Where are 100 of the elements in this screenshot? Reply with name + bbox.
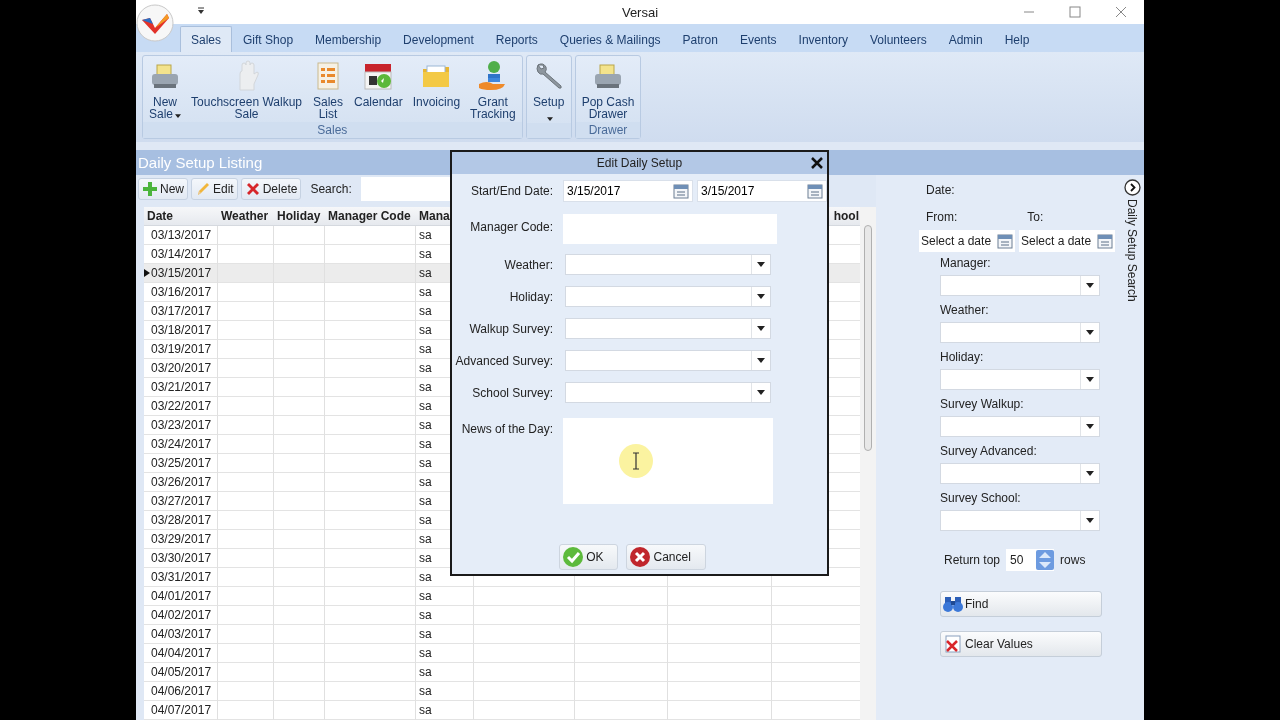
field-label: Manager:	[940, 256, 991, 270]
ribbon-button[interactable]: Invoicing	[409, 60, 464, 108]
dropdown[interactable]	[940, 369, 1100, 390]
table-cell-text: 04/04/2017	[151, 645, 212, 662]
calendar-icon[interactable]	[997, 233, 1013, 249]
ok-button[interactable]: OK	[559, 544, 619, 570]
table-cell	[274, 283, 325, 302]
table-cell	[274, 625, 325, 644]
table-cell	[274, 435, 325, 454]
ribbon-button[interactable]: New Sale	[146, 60, 185, 120]
dropdown[interactable]	[940, 416, 1100, 437]
table-cell	[274, 264, 325, 283]
spinner-icon[interactable]	[1036, 550, 1055, 570]
ribbon-tab[interactable]: Volunteers	[858, 26, 938, 52]
caret-icon	[757, 294, 765, 299]
dropdown[interactable]	[940, 322, 1100, 343]
table-cell-text: 03/15/2017	[151, 265, 212, 282]
dropdown[interactable]	[565, 382, 771, 403]
ribbon-tab[interactable]: Events	[728, 26, 788, 52]
table-cell: sa	[416, 587, 474, 606]
field-label: Survey Advanced:	[940, 444, 1037, 458]
quick-access-icon[interactable]	[196, 6, 206, 16]
clear-icon	[943, 634, 963, 654]
table-cell	[274, 226, 325, 245]
ribbon-tab[interactable]: Patron	[671, 26, 729, 52]
number-field[interactable]: 50	[1006, 549, 1055, 571]
column-header[interactable]: Holiday	[274, 207, 325, 226]
ribbon-tab[interactable]: Queries & Mailings	[548, 26, 672, 52]
table-cell	[274, 701, 325, 720]
scrollbar-thumb[interactable]	[864, 225, 873, 451]
table-cell-text: 03/31/2017	[151, 569, 212, 586]
date-field[interactable]: 3/15/2017	[697, 180, 827, 202]
ribbon-tab[interactable]: Admin	[937, 26, 994, 52]
ribbon-button[interactable]: Sales List	[309, 60, 347, 120]
field-label: Holiday:	[940, 350, 984, 364]
ribbon-tab[interactable]: Membership	[304, 26, 393, 52]
dropdown[interactable]	[940, 275, 1100, 296]
table-cell-text: 04/01/2017	[151, 588, 212, 605]
field-label: rows	[1060, 553, 1086, 567]
caret-icon	[757, 390, 765, 395]
field-label: To:	[1027, 210, 1044, 224]
input-field[interactable]	[563, 214, 777, 244]
ribbon-tab[interactable]: Inventory	[787, 26, 859, 52]
caret-icon	[757, 326, 765, 331]
group-footer	[526, 123, 571, 138]
table-cell-text: 03/18/2017	[151, 322, 212, 339]
delete-button[interactable]: Delete	[240, 178, 302, 200]
field-label: School Survey:	[471, 385, 554, 402]
ribbon-button[interactable]: Calendar	[351, 60, 406, 108]
calendar-icon[interactable]	[1097, 233, 1113, 249]
caret-icon	[1086, 330, 1094, 335]
column-header[interactable]: Weather	[218, 207, 274, 226]
field-label: Return top	[944, 553, 1001, 567]
chevron-icon[interactable]	[1123, 179, 1141, 196]
table-cell: sa	[416, 625, 474, 644]
table-cell	[274, 568, 325, 587]
plus-icon	[142, 181, 158, 197]
table-cell-text: 03/22/2017	[151, 398, 212, 415]
table-cell	[274, 682, 325, 701]
ribbon-button[interactable]: Setup	[529, 60, 568, 123]
caret-icon	[1086, 424, 1094, 429]
table-cell-text: 03/29/2017	[151, 531, 212, 548]
add-button[interactable]: New	[138, 178, 188, 200]
window-title: Versai	[621, 4, 659, 20]
table-cell: sa	[416, 606, 474, 625]
ribbon-button[interactable]: Touchscreen Walkup Sale	[188, 60, 305, 120]
field-label: Holiday:	[508, 289, 554, 306]
table-cell-text: 03/26/2017	[151, 474, 212, 491]
date-field[interactable]: 3/15/2017	[563, 180, 693, 202]
text-area[interactable]	[563, 418, 773, 504]
column-header[interactable]: Date	[144, 207, 218, 226]
dropdown[interactable]	[940, 463, 1100, 484]
dropdown[interactable]	[565, 318, 771, 339]
find-button[interactable]: Find	[940, 591, 1102, 617]
field-label: Start/End Date:	[469, 183, 554, 200]
ribbon-tab[interactable]: Gift Shop	[232, 26, 305, 52]
dropdown[interactable]	[565, 350, 771, 371]
cancel-button[interactable]: Cancel	[626, 544, 706, 570]
ribbon-button[interactable]: Pop Cash Drawer	[578, 60, 638, 120]
ribbon-button[interactable]: Grant Tracking	[467, 60, 519, 120]
table-cell: sa	[416, 701, 474, 720]
ribbon-tab[interactable]: Development	[392, 26, 485, 52]
calendar-icon[interactable]	[673, 183, 689, 199]
ribbon-tab[interactable]: Reports	[484, 26, 549, 52]
table-cell-text: 03/23/2017	[151, 417, 212, 434]
table-cell-text: 03/17/2017	[151, 303, 212, 320]
ribbon-tab[interactable]: Help	[993, 26, 1041, 52]
panel-tab[interactable]: Daily Setup Search	[1125, 199, 1139, 302]
table-cell	[274, 416, 325, 435]
column-header[interactable]: Manager Code	[325, 207, 416, 226]
table-cell	[274, 587, 325, 606]
clear-button[interactable]: Clear Values	[940, 631, 1102, 657]
dropdown[interactable]	[940, 510, 1100, 531]
calendar-icon[interactable]	[807, 183, 823, 199]
ribbon-tab[interactable]: Sales	[180, 26, 233, 52]
dropdown[interactable]	[565, 254, 771, 275]
search-label: Search:	[310, 182, 352, 196]
dropdown[interactable]	[565, 286, 771, 307]
close-icon[interactable]	[811, 157, 823, 169]
edit-button[interactable]: Edit	[191, 178, 238, 200]
